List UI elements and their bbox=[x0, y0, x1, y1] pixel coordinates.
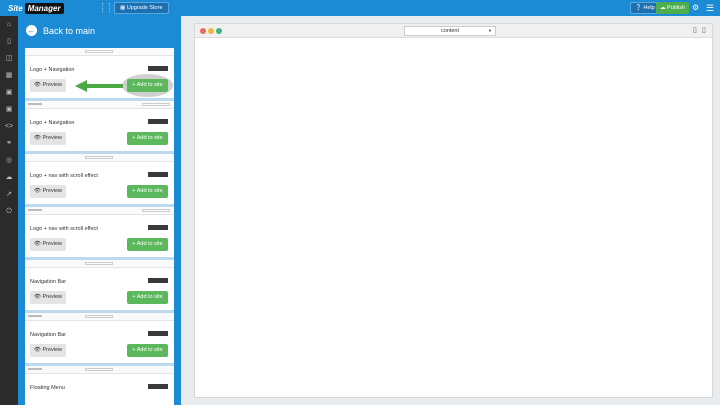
nav-sample-bar bbox=[148, 331, 168, 336]
globe-icon[interactable]: ◎ bbox=[0, 152, 18, 169]
hamburger-menu-icon[interactable]: ☰ bbox=[706, 3, 714, 13]
element-list[interactable]: Logo + Navigation 👁 Preview + Add to sit… bbox=[25, 48, 174, 405]
site-preview-frame[interactable]: content ▼ ▯ ▯ bbox=[194, 23, 713, 398]
window-dot-yellow bbox=[208, 28, 214, 34]
element-card: Navigation Bar 👁 Preview + Add to site bbox=[25, 260, 174, 313]
tablet-icon[interactable]: ▯ bbox=[693, 27, 697, 35]
add-to-site-button[interactable]: + Add to site bbox=[127, 132, 168, 145]
chevron-down-icon: ▼ bbox=[488, 28, 492, 33]
card-title: Navigation Bar bbox=[30, 279, 67, 285]
element-card: Logo + nav with scroll effect 👁 Preview … bbox=[25, 207, 174, 260]
preview-button[interactable]: 👁 Preview bbox=[30, 291, 66, 304]
nav-sample-bar bbox=[148, 172, 168, 177]
element-card: Navigation Bar 👁 Preview + Add to site bbox=[25, 313, 174, 366]
settings-gear-icon[interactable]: ⚙ bbox=[692, 3, 699, 13]
card-title: Logo + nav with scroll effect bbox=[30, 173, 98, 179]
drag-grip-icon bbox=[102, 3, 110, 13]
nav-sample-bar bbox=[148, 225, 168, 230]
add-to-site-button[interactable]: + Add to site bbox=[127, 185, 168, 198]
add-to-site-button[interactable]: + Add to site bbox=[127, 79, 168, 92]
card-thumbnail bbox=[25, 313, 174, 321]
element-card: Logo + Navigation 👁 Preview + Add to sit… bbox=[25, 101, 174, 154]
add-to-site-button[interactable]: + Add to site bbox=[127, 344, 168, 357]
element-library-panel: ← Back to main Logo + Navigation 👁 Previ… bbox=[18, 16, 181, 405]
external-link-icon[interactable]: ↗ bbox=[0, 186, 18, 203]
left-tool-rail: ⌂ ▯ ◫ ▦ ▣ ▣ <> ⚭ ◎ ☁ ↗ ⏻ bbox=[0, 16, 18, 405]
window-dot-green bbox=[216, 28, 222, 34]
card-title: Logo + nav with scroll effect bbox=[30, 226, 98, 232]
nav-sample-bar bbox=[148, 278, 168, 283]
card-thumbnail bbox=[25, 366, 174, 374]
preview-button[interactable]: 👁 Preview bbox=[30, 132, 66, 145]
nav-sample-bar bbox=[148, 384, 168, 389]
grid-icon[interactable]: ▦ bbox=[0, 67, 18, 84]
app-logo[interactable]: Site Manager bbox=[8, 2, 64, 14]
home-icon[interactable]: ⌂ bbox=[0, 16, 18, 33]
card-title: Logo + Navigation bbox=[30, 120, 75, 126]
upgrade-store-button[interactable]: ▦ Upgrade Store bbox=[114, 2, 169, 14]
preview-button[interactable]: 👁 Preview bbox=[30, 79, 66, 92]
add-to-site-button[interactable]: + Add to site bbox=[127, 291, 168, 304]
element-card: Floating Menu bbox=[25, 366, 174, 405]
preview-button[interactable]: 👁 Preview bbox=[30, 238, 66, 251]
card-thumbnail bbox=[25, 101, 174, 109]
card-thumbnail bbox=[25, 207, 174, 215]
nav-sample-bar bbox=[148, 119, 168, 124]
card-title: Floating Menu bbox=[30, 385, 65, 391]
preview-toolbar: content ▼ ▯ ▯ bbox=[195, 24, 712, 38]
back-to-main-label: Back to main bbox=[43, 25, 96, 36]
element-card: Logo + Navigation 👁 Preview + Add to sit… bbox=[25, 48, 174, 101]
pointer-arrow-icon bbox=[75, 80, 123, 92]
page-select-value: content bbox=[440, 28, 460, 34]
window-dot-red bbox=[200, 28, 206, 34]
power-icon[interactable]: ⏻ bbox=[0, 203, 18, 220]
back-to-main-link[interactable]: ← Back to main bbox=[26, 25, 95, 36]
cloud-upload-icon[interactable]: ☁ bbox=[0, 169, 18, 186]
publish-label: Publish bbox=[667, 5, 686, 11]
back-arrow-icon: ← bbox=[26, 25, 37, 36]
page-select-dropdown[interactable]: content ▼ bbox=[404, 26, 496, 36]
add-to-site-button[interactable]: + Add to site bbox=[127, 238, 168, 251]
preview-button[interactable]: 👁 Preview bbox=[30, 185, 66, 198]
page-icon[interactable]: ▯ bbox=[0, 33, 18, 50]
publish-button[interactable]: ☁ Publish bbox=[656, 2, 690, 14]
share-icon[interactable]: ⚭ bbox=[0, 135, 18, 152]
nav-sample-bar bbox=[148, 66, 168, 71]
code-icon[interactable]: <> bbox=[0, 118, 18, 135]
card-title: Logo + Navigation bbox=[30, 67, 75, 73]
upgrade-store-label: Upgrade Store bbox=[126, 5, 163, 11]
element-card: Logo + nav with scroll effect 👁 Preview … bbox=[25, 154, 174, 207]
card-thumbnail bbox=[25, 260, 174, 268]
logo-word-manager: Manager bbox=[24, 2, 64, 14]
folder-icon[interactable]: ◫ bbox=[0, 50, 18, 67]
cloud-icon: ☁ bbox=[660, 5, 668, 11]
blocks-icon[interactable]: ▣ bbox=[0, 84, 18, 101]
card-title: Navigation Bar bbox=[30, 332, 67, 338]
store-icon: ▦ bbox=[120, 5, 127, 11]
help-label: Help bbox=[643, 5, 655, 11]
card-thumbnail bbox=[25, 48, 174, 56]
preview-button[interactable]: 👁 Preview bbox=[30, 344, 66, 357]
mobile-icon[interactable]: ▯ bbox=[702, 27, 706, 35]
logo-word-site: Site bbox=[8, 3, 23, 13]
top-bar: Site Manager ▦ Upgrade Store ❔ Help ☁ Pu… bbox=[0, 0, 720, 16]
image-icon[interactable]: ▣ bbox=[0, 101, 18, 118]
card-thumbnail bbox=[25, 154, 174, 162]
